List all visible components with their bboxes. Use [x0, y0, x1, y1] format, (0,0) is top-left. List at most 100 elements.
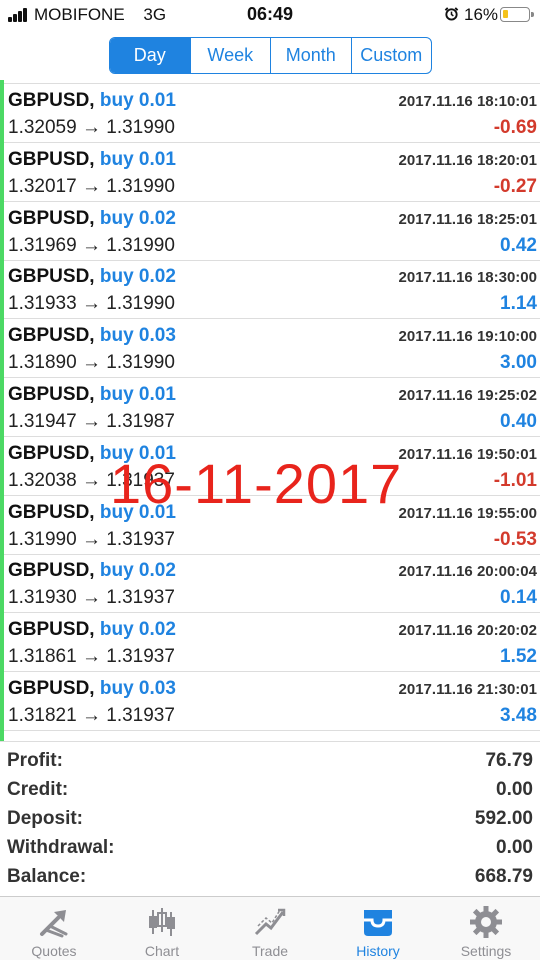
tab-settings[interactable]: Settings — [432, 897, 540, 960]
tab-quotes[interactable]: Quotes — [0, 897, 108, 960]
trade-symbol-line: GBPUSD, buy 0.02 — [8, 266, 176, 288]
trade-profit: -1.01 — [493, 469, 537, 491]
trade-side-volume: buy 0.01 — [99, 442, 176, 464]
tab-custom[interactable]: Custom — [350, 38, 432, 73]
trade-symbol: GBPUSD, — [8, 678, 95, 699]
trade-profit: 3.48 — [500, 705, 537, 726]
tab-month[interactable]: Month — [270, 38, 351, 73]
trade-profit: -0.27 — [493, 175, 537, 197]
trade-row[interactable]: GBPUSD, buy 0.01 1.31990 → 1.31937 2017.11… — [4, 496, 540, 555]
trade-row[interactable]: GBPUSD, buy 0.02 1.31861 → 1.31937 2017.11… — [4, 613, 540, 673]
trade-side-volume: buy 0.01 — [99, 501, 176, 523]
trade-row[interactable]: GBPUSD, buy 0.03 1.31821 → 1.31937 2017.11… — [4, 672, 540, 731]
trade-symbol: GBPUSD, — [8, 266, 95, 288]
open-price: 1.31933 — [8, 293, 77, 315]
bottom-tab-bar: Quotes Chart Trade History Settings — [0, 896, 540, 960]
trade-time: 2017.11.16 20:20:02 — [398, 622, 537, 640]
trade-profit: 1.14 — [500, 293, 537, 315]
trade-side-volume: buy 0.02 — [99, 619, 176, 641]
trade-row[interactable]: GBPUSD, buy 0.02 1.31930 → 1.31937 2017.11… — [4, 554, 540, 614]
tab-week[interactable]: Week — [189, 38, 271, 73]
summary-label: Withdrawal: — [7, 837, 115, 858]
tab-label: Quotes — [31, 943, 77, 959]
period-bar: Day Week Month Custom — [0, 30, 540, 80]
summary-row-withdrawal: Withdrawal: 0.00 — [0, 833, 540, 862]
trade-side-volume: buy 0.02 — [99, 266, 176, 288]
trade-symbol: GBPUSD, — [8, 148, 95, 170]
chart-icon — [149, 908, 175, 936]
trade-prices: 1.31947 → 1.31987 — [8, 411, 175, 433]
settings-icon — [470, 906, 502, 938]
trade-prices: 1.32059 → 1.31990 — [8, 117, 175, 139]
open-price: 1.32017 — [8, 175, 77, 197]
trade-prices: 1.32038 → 1.31937 — [8, 470, 175, 492]
open-price: 1.31861 — [8, 646, 77, 668]
tab-history[interactable]: History — [324, 897, 432, 960]
summary-row-balance: Balance: 668.79 — [0, 862, 540, 891]
trade-side-volume: buy 0.02 — [99, 560, 176, 582]
trade-prices: 1.31821 → 1.31937 — [8, 705, 175, 727]
close-price: 1.31937 — [106, 705, 175, 726]
summary-value: 76.79 — [485, 750, 533, 771]
summary-row-deposit: Deposit: 592.00 — [0, 804, 540, 833]
trade-prices: 1.31933 → 1.31990 — [8, 293, 175, 315]
trade-symbol-line: GBPUSD, buy 0.01 — [8, 90, 176, 112]
trade-symbol: GBPUSD, — [8, 619, 95, 641]
summary-value: 668.79 — [474, 866, 533, 887]
trade-row[interactable]: GBPUSD, buy 0.01 1.32017 → 1.31990 2017.11… — [4, 143, 540, 202]
summary-value: 0.00 — [496, 779, 533, 800]
trade-side-volume: buy 0.03 — [99, 678, 176, 699]
summary-label: Deposit: — [7, 808, 83, 829]
open-price: 1.31821 — [8, 705, 77, 726]
trade-symbol: GBPUSD, — [8, 90, 95, 111]
trade-prices: 1.31990 → 1.31937 — [8, 529, 175, 551]
trade-time: 2017.11.16 20:00:04 — [398, 563, 537, 581]
trade-symbol-line: GBPUSD, buy 0.01 — [8, 384, 176, 406]
close-price: 1.31990 — [106, 234, 175, 256]
close-price: 1.31990 — [106, 293, 175, 315]
trade-profit: 0.14 — [500, 587, 537, 609]
tab-day[interactable]: Day — [110, 38, 190, 73]
open-price: 1.32059 — [8, 117, 77, 138]
trade-symbol-line: GBPUSD, buy 0.01 — [8, 502, 176, 524]
open-price: 1.32038 — [8, 469, 77, 491]
alarm-icon — [444, 7, 459, 21]
trade-row[interactable]: GBPUSD, buy 0.01 1.32038 → 1.31937 2017.11… — [4, 437, 540, 496]
trade-row[interactable]: GBPUSD, buy 0.03 1.31890 → 1.31990 2017.11… — [4, 319, 540, 379]
trade-time: 2017.11.16 19:55:00 — [398, 504, 537, 522]
arrow-right-icon: → — [81, 587, 101, 609]
close-price: 1.31990 — [106, 352, 175, 374]
trade-row[interactable]: GBPUSD, buy 0.02 1.31933 → 1.31990 2017.11… — [4, 260, 540, 320]
arrow-right-icon: → — [81, 293, 101, 315]
trade-symbol: GBPUSD, — [8, 501, 95, 523]
trade-side-volume: buy 0.01 — [99, 384, 176, 405]
trade-row[interactable]: GBPUSD, buy 0.01 1.31947 → 1.31987 2017.11… — [4, 378, 540, 437]
trade-prices: 1.31969 → 1.31990 — [8, 235, 175, 257]
tab-chart[interactable]: Chart — [108, 897, 216, 960]
trade-history-list[interactable]: … GBPUSD, buy 0.011.32059 → 1.319902017.… — [0, 80, 540, 741]
trade-row[interactable]: GBPUSD, buy 0.01 1.32059 → 1.31990 2017.11… — [4, 84, 540, 143]
trade-symbol-line: GBPUSD, buy 0.02 — [8, 208, 176, 230]
arrow-right-icon: → — [81, 352, 101, 374]
close-price: 1.31987 — [106, 411, 175, 432]
arrow-right-icon: → — [81, 234, 101, 256]
trade-row[interactable]: GBPUSD, buy 0.02 1.31969 → 1.31990 2017.11… — [4, 202, 540, 261]
tab-trade[interactable]: Trade — [216, 897, 324, 960]
period-segmented-control: Day Week Month Custom — [109, 37, 432, 74]
trade-symbol-line: GBPUSD, buy 0.01 — [8, 443, 176, 465]
arrow-right-icon: → — [81, 469, 101, 491]
arrow-right-icon: → — [81, 117, 101, 138]
trade-side-volume: buy 0.03 — [99, 325, 176, 347]
account-summary: Profit: 76.79 Credit: 0.00 Deposit: 592.00 Wit… — [0, 741, 540, 896]
trade-symbol-line: GBPUSD, buy 0.03 — [8, 325, 176, 347]
trade-symbol: GBPUSD, — [8, 560, 95, 582]
arrow-right-icon: → — [81, 411, 101, 432]
summary-row-credit: Credit: 0.00 — [0, 775, 540, 804]
tab-label: Trade — [251, 943, 289, 959]
trade-time: 2017.11.16 18:20:01 — [398, 151, 537, 169]
trade-profit: 3.00 — [500, 352, 537, 374]
trade-symbol: GBPUSD, — [8, 384, 95, 405]
arrow-right-icon: → — [81, 528, 101, 550]
tab-label: Chart — [144, 943, 180, 959]
trade-symbol: GBPUSD, — [8, 325, 95, 347]
